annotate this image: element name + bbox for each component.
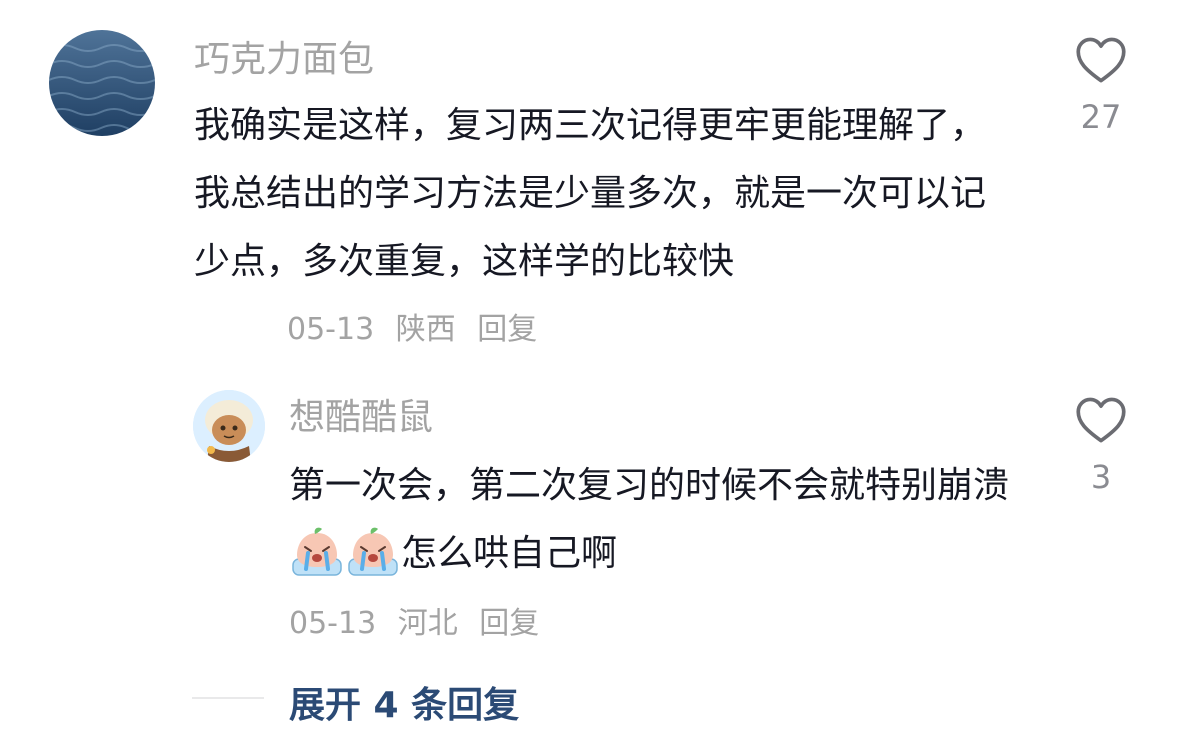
- reply-date: 05-13: [289, 606, 377, 641]
- reply-text-after: 怎么哄自己啊: [401, 533, 618, 574]
- ocean-water-avatar: [49, 30, 155, 136]
- heart-icon[interactable]: [1075, 36, 1127, 84]
- like-button[interactable]: 27: [1066, 36, 1136, 136]
- avatar[interactable]: [193, 390, 265, 462]
- reply-location: 河北: [397, 606, 458, 641]
- like-button[interactable]: 3: [1066, 396, 1136, 496]
- reply-text-before: 第一次会，第二次复习的时候不会就特别崩溃: [289, 465, 1010, 506]
- avatar[interactable]: [49, 30, 155, 136]
- like-count: 27: [1080, 98, 1122, 136]
- crying-peach-emoji: [292, 527, 342, 576]
- like-count: 3: [1090, 458, 1112, 496]
- reply-button[interactable]: 回复: [479, 606, 539, 641]
- comment-username[interactable]: 巧克力面包: [194, 38, 374, 82]
- comment-location: 陕西: [395, 312, 456, 347]
- divider: [192, 697, 264, 699]
- reply-meta: 05-13 河北 回复: [289, 598, 551, 642]
- comment-text: 我确实是这样，复习两三次记得更牢更能理解了，我总结出的学习方法是少量多次，就是一…: [194, 105, 987, 282]
- cartoon-character-avatar: [193, 390, 265, 462]
- reply-username[interactable]: 想酷酷鼠: [289, 396, 433, 440]
- expand-replies-button[interactable]: 展开 4 条回复: [289, 676, 519, 728]
- reply-text: 第一次会，第二次复习的时候不会就特别崩溃 怎么哄自己啊: [289, 452, 1009, 588]
- reply-button[interactable]: 回复: [477, 312, 537, 347]
- crying-peach-emoji: [348, 527, 398, 576]
- heart-icon[interactable]: [1075, 396, 1127, 444]
- comment-date: 05-13: [287, 312, 375, 347]
- comment-meta: 05-13 陕西 回复: [287, 304, 549, 348]
